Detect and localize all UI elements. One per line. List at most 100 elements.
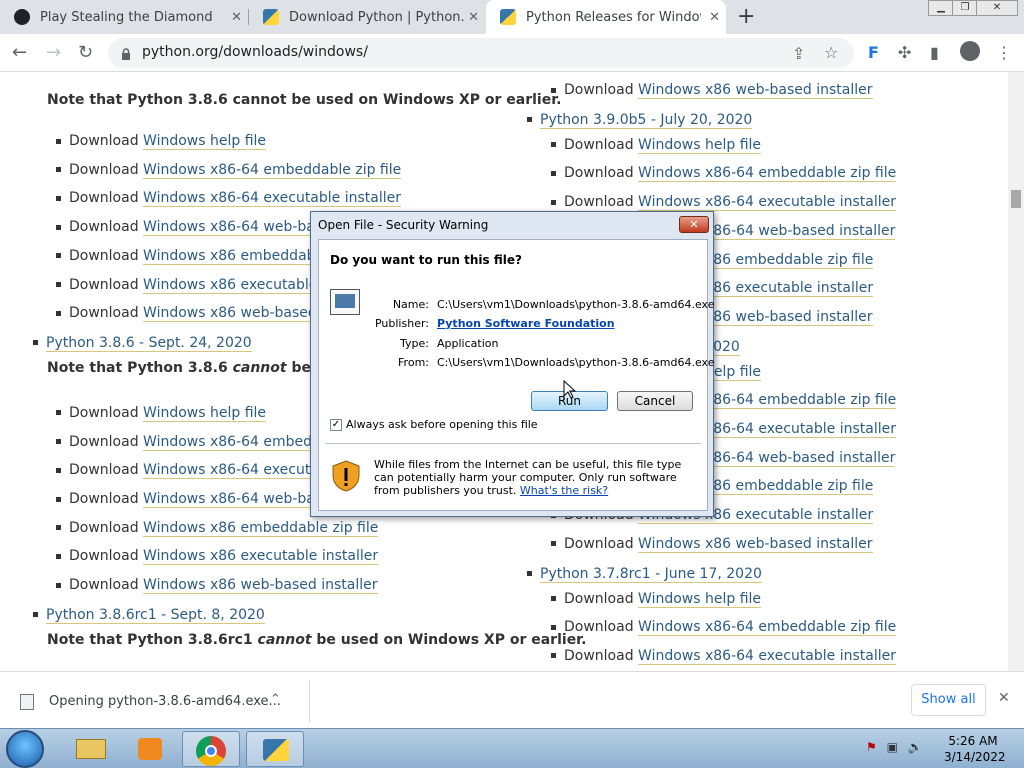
scrollbar-thumb[interactable] bbox=[1011, 190, 1021, 208]
bullet bbox=[56, 553, 61, 559]
close-download-shelf-icon[interactable]: ✕ bbox=[998, 690, 1010, 706]
download-link[interactable]: Windows x86-64 executable installer bbox=[638, 647, 896, 665]
page-scrollbar[interactable] bbox=[1008, 72, 1024, 671]
chevron-up-icon[interactable]: ⌃ bbox=[270, 692, 281, 707]
tab-stealing-diamond[interactable]: Play Stealing the Diamond - Stick ✕ bbox=[0, 0, 248, 34]
whats-the-risk-link[interactable]: What's the risk? bbox=[520, 484, 608, 497]
windows-taskbar: ⚑ ▣ 🔈 5:26 AM 3/14/2022 bbox=[0, 728, 1024, 768]
bullet bbox=[33, 340, 38, 346]
lock-icon[interactable] bbox=[121, 46, 131, 65]
system-tray: ⚑ ▣ 🔈 bbox=[866, 740, 923, 754]
download-link[interactable]: Windows x86 web-based installer bbox=[143, 577, 378, 595]
list-item: Download Windows x86-64 embeddable zip f… bbox=[551, 165, 897, 183]
download-link[interactable]: Windows help file bbox=[638, 590, 762, 608]
download-item[interactable]: Opening python-3.8.6-amd64.exe... ⌃ bbox=[12, 680, 310, 722]
network-icon[interactable]: ▣ bbox=[887, 740, 898, 754]
forward-arrow-icon[interactable]: → bbox=[46, 42, 61, 63]
download-link[interactable]: Windows x86-64 embeddable zip file bbox=[143, 161, 402, 179]
release-note: Note that Python 3.8.6 cannot be used on… bbox=[47, 92, 562, 108]
release-link[interactable]: Python 3.7.8rc1 - June 17, 2020 bbox=[540, 565, 762, 583]
bullet bbox=[56, 525, 61, 531]
python-logo-icon bbox=[500, 9, 516, 25]
always-ask-label: Always ask before opening this file bbox=[346, 418, 538, 431]
dialog-body: Do you want to run this file? Name: C:\U… bbox=[318, 239, 715, 511]
download-link[interactable]: Windows x86-64 executable installer bbox=[143, 190, 401, 208]
list-item: Download Windows help file bbox=[551, 590, 762, 608]
maximize-window-icon[interactable]: ❐ bbox=[952, 0, 978, 16]
bullet bbox=[527, 117, 532, 123]
game-site-icon bbox=[14, 9, 30, 25]
bookmark-star-icon[interactable]: ☆ bbox=[824, 43, 838, 62]
tab-download-python[interactable]: Download Python | Python.org ✕ bbox=[249, 0, 485, 34]
bullet bbox=[56, 496, 61, 502]
list-item: Download Windows x86 web-based installer bbox=[551, 82, 873, 99]
action-center-icon[interactable]: ⚑ bbox=[866, 740, 877, 754]
media-player-taskbar-icon[interactable] bbox=[122, 731, 180, 767]
release-note: Note that Python 3.8.6rc1 cannot be used… bbox=[47, 632, 586, 648]
bullet bbox=[56, 439, 61, 445]
release-link[interactable]: Python 3.9.0b5 - July 20, 2020 bbox=[540, 111, 753, 129]
share-icon[interactable]: ⇪ bbox=[792, 44, 805, 63]
always-ask-checkbox[interactable]: ✓ bbox=[330, 419, 342, 431]
close-window-icon[interactable]: ✕ bbox=[976, 0, 1018, 16]
security-warning-dialog: Open File - Security Warning ✕ Do you wa… bbox=[310, 211, 715, 517]
download-prefix: Download bbox=[564, 194, 639, 211]
release-link[interactable]: Python 3.8.6rc1 - Sept. 8, 2020 bbox=[46, 606, 265, 624]
show-all-button[interactable]: Show all bbox=[911, 684, 986, 716]
dialog-close-icon[interactable]: ✕ bbox=[679, 216, 709, 233]
type-label: Type: bbox=[400, 337, 429, 350]
download-prefix: Download bbox=[564, 619, 639, 636]
download-link[interactable]: Windows x86 web-based installer bbox=[638, 82, 873, 99]
warning-text: While files from the Internet can be use… bbox=[374, 458, 694, 497]
close-tab-icon[interactable]: ✕ bbox=[231, 10, 242, 25]
system-clock[interactable]: 5:26 AM 3/14/2022 bbox=[944, 733, 1006, 765]
profile-avatar-icon[interactable] bbox=[960, 41, 980, 61]
download-link[interactable]: Windows x86 executable installer bbox=[143, 548, 379, 566]
download-link[interactable]: Windows x86-64 executable installer bbox=[638, 194, 896, 212]
download-link[interactable]: Windows x86-64 embeddable zip file bbox=[638, 619, 897, 637]
volume-icon[interactable]: 🔈 bbox=[908, 740, 923, 754]
download-prefix: Download bbox=[69, 404, 144, 421]
extensions-puzzle-icon[interactable]: ✣ bbox=[898, 43, 911, 62]
url-text: python.org/downloads/windows/ bbox=[142, 44, 368, 60]
list-item: Download Windows help file bbox=[551, 136, 762, 154]
extension-f-icon[interactable]: F bbox=[868, 43, 879, 62]
chrome-taskbar-icon[interactable] bbox=[182, 731, 240, 767]
download-prefix: Download bbox=[69, 491, 144, 507]
start-button[interactable] bbox=[6, 730, 44, 768]
list-item: Download Windows x86 embeddable zip file bbox=[56, 519, 379, 537]
installer-taskbar-icon[interactable] bbox=[246, 731, 304, 767]
side-panel-icon[interactable]: ▮ bbox=[930, 43, 939, 62]
close-tab-icon[interactable]: ✕ bbox=[709, 10, 720, 25]
download-link[interactable]: Windows x86 embeddable zip file bbox=[143, 519, 379, 537]
note-text: Note that Python 3.8.6rc1 bbox=[47, 631, 258, 648]
download-link[interactable]: Windows help file bbox=[143, 404, 267, 422]
download-link[interactable]: Windows x86 web-based installer bbox=[638, 535, 873, 553]
menu-kebab-icon[interactable]: ⋮ bbox=[996, 43, 1012, 62]
minimize-window-icon[interactable]: ▁ bbox=[928, 0, 954, 16]
bullet bbox=[56, 224, 61, 230]
address-bar[interactable]: python.org/downloads/windows/ ⇪ ☆ bbox=[108, 38, 854, 68]
clock-date: 3/14/2022 bbox=[944, 750, 1006, 764]
new-tab-icon[interactable]: + bbox=[737, 4, 755, 29]
close-tab-icon[interactable]: ✕ bbox=[468, 10, 479, 25]
download-link[interactable]: Windows help file bbox=[638, 136, 762, 154]
reload-icon[interactable]: ↻ bbox=[78, 42, 93, 63]
back-arrow-icon[interactable]: ← bbox=[12, 42, 27, 63]
publisher-link[interactable]: Python Software Foundation bbox=[437, 317, 615, 330]
bullet bbox=[551, 170, 556, 176]
from-label: From: bbox=[398, 356, 429, 369]
cancel-button[interactable]: Cancel bbox=[617, 391, 693, 411]
list-item: Download Windows x86 executable installe… bbox=[56, 548, 379, 566]
bullet bbox=[56, 253, 61, 259]
file-explorer-taskbar-icon[interactable] bbox=[62, 731, 120, 767]
download-prefix: Download bbox=[564, 136, 639, 153]
download-link[interactable]: Windows x86-64 embeddable zip file bbox=[638, 165, 897, 183]
shield-warning-icon bbox=[331, 460, 361, 496]
download-shelf: Opening python-3.8.6-amd64.exe... ⌃ Show… bbox=[0, 671, 1024, 728]
release-link[interactable]: Python 3.8.6 - Sept. 24, 2020 bbox=[46, 334, 252, 352]
name-label: Name: bbox=[392, 298, 429, 311]
download-link[interactable]: Windows help file bbox=[143, 133, 267, 150]
tab-python-releases[interactable]: Python Releases for Windows | Py ✕ bbox=[486, 0, 726, 34]
clock-time: 5:26 AM bbox=[948, 734, 998, 748]
